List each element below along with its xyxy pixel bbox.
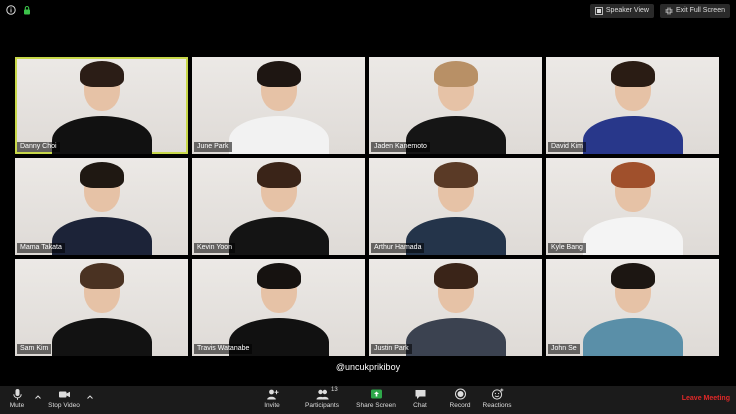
record-icon [454,388,466,400]
video-tile-justin-park[interactable]: Justin Park [369,259,542,356]
participant-hair [256,263,301,289]
leave-meeting-button[interactable]: Leave Meeting [682,395,730,402]
exit-full-screen-label: Exit Full Screen [675,7,725,14]
watermark-text: @uncukprikiboy [335,362,401,372]
mute-button[interactable]: Mute [4,388,30,414]
chat-label: Chat [413,402,427,409]
participant-name: Arthur Hamada [371,243,425,253]
record-button[interactable]: Record [446,388,474,414]
invite-label: Invite [264,402,280,409]
mute-label: Mute [9,402,25,409]
participant-hair [610,263,655,289]
participant-name: Sam Kim [17,344,52,354]
participants-label: Participants [305,402,339,409]
participants-count: 13 [331,387,338,393]
speaker-view-label: Speaker View [605,7,649,14]
participant-hair [256,162,301,188]
participant-name: June Park [194,142,232,152]
microphone-icon [12,389,22,400]
participant-hair [610,61,655,87]
exit-fullscreen-icon [665,7,673,15]
participant-name: John Se [548,344,580,354]
participant-body [228,217,329,255]
video-camera-icon [58,391,70,398]
participant-hair [79,263,124,289]
participant-body [582,318,683,356]
top-right-controls: Speaker View Exit Full Screen [589,4,730,18]
top-left-status [6,5,32,15]
participant-name: Jaden Kanemoto [371,142,430,152]
participants-icon [316,389,329,400]
meeting-toolbar: Mute Stop Video Invite Participants 13 S… [0,386,736,414]
participant-hair [433,162,478,188]
share-screen-label: Share Screen [356,402,396,409]
record-label: Record [449,402,471,409]
participant-body [405,318,506,356]
video-tile-travis-watanabe[interactable]: Travis Watanabe [192,259,365,356]
participant-hair [79,61,124,87]
reactions-button[interactable]: Reactions [480,388,514,414]
audio-options-chevron-icon[interactable] [34,393,42,401]
participant-body [51,116,152,154]
reactions-label: Reactions [482,402,512,409]
video-tile-sam-kim[interactable]: Sam Kim [15,259,188,356]
participant-hair [610,162,655,188]
participant-name: Danny Choi [17,142,60,152]
video-tile-mama-takata[interactable]: Mama Takata [15,158,188,255]
participant-body [51,217,152,255]
exit-full-screen-button[interactable]: Exit Full Screen [659,4,730,18]
chat-button[interactable]: Chat [408,388,432,414]
chat-bubble-icon [415,390,425,399]
participant-body [582,116,683,154]
participant-name: Kyle Bang [548,243,586,253]
share-screen-button[interactable]: Share Screen [356,388,396,414]
participant-name: David Kim [548,142,586,152]
participant-name: Kevin Yoon [194,243,236,253]
participant-hair [433,61,478,87]
participant-name: Travis Watanabe [194,344,253,354]
participant-name: Justin Park [371,344,412,354]
video-tile-june-park[interactable]: June Park [192,57,365,154]
participant-hair [79,162,124,188]
participant-hair [433,263,478,289]
video-options-chevron-icon[interactable] [86,393,94,401]
smiley-plus-icon [491,388,503,400]
stop-video-label: Stop Video [48,402,80,409]
info-icon[interactable] [6,5,16,15]
add-person-icon [266,389,278,400]
video-tile-david-kim[interactable]: David Kim [546,57,719,154]
participant-hair [256,61,301,87]
speaker-view-button[interactable]: Speaker View [589,4,654,18]
stop-video-button[interactable]: Stop Video [44,388,84,414]
video-tile-kyle-bang[interactable]: Kyle Bang [546,158,719,255]
lock-icon[interactable] [22,5,32,15]
share-screen-icon [370,389,382,399]
video-tile-arthur-hamada[interactable]: Arthur Hamada [369,158,542,255]
video-tile-kevin-yoon[interactable]: Kevin Yoon [192,158,365,255]
video-tile-danny-choi[interactable]: Danny Choi [15,57,188,154]
participant-body [228,116,329,154]
video-tile-jaden-kanemoto[interactable]: Jaden Kanemoto [369,57,542,154]
participant-body [51,318,152,356]
invite-button[interactable]: Invite [258,388,286,414]
participant-name: Mama Takata [17,243,65,253]
video-tile-john-se[interactable]: John Se [546,259,719,356]
grid-icon [594,7,603,15]
zoom-meeting-window: Speaker View Exit Full Screen Danny Choi… [0,0,736,414]
participant-body [582,217,683,255]
gallery-view: Danny Choi June Park Jaden Kanemoto Davi… [15,57,719,357]
